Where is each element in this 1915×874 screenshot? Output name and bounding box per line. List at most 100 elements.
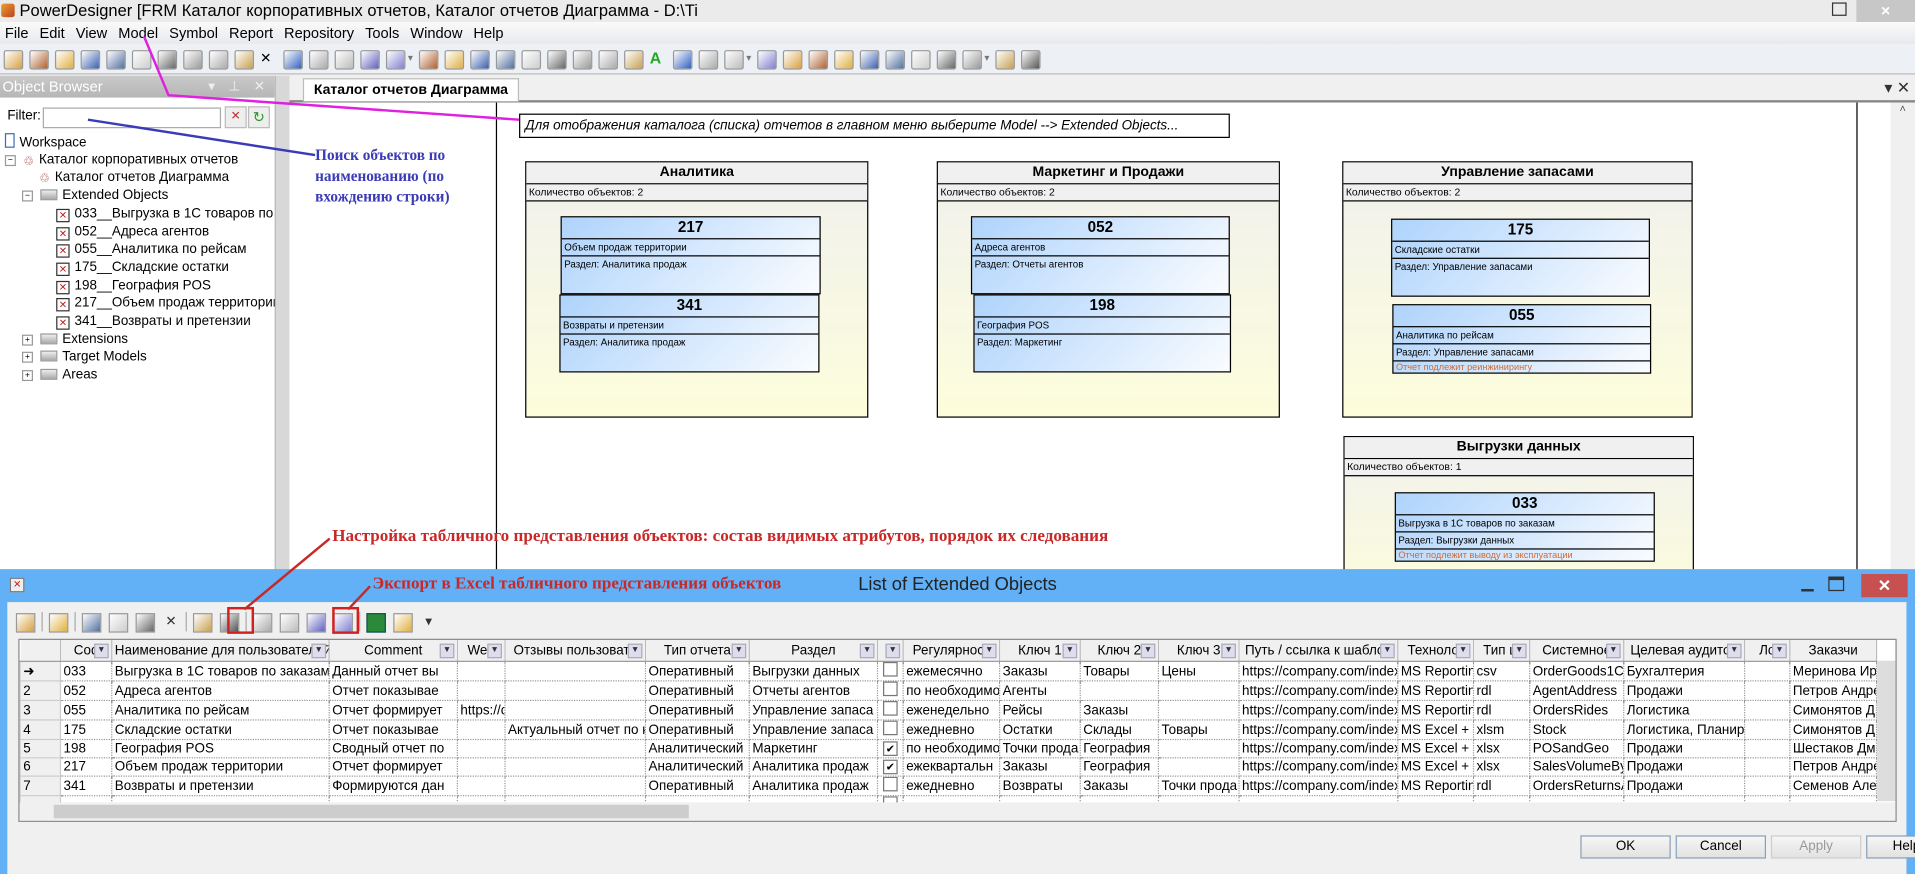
column-header[interactable]: О▼: [877, 639, 904, 662]
unchecked-checkbox[interactable]: [882, 681, 898, 697]
table-cell[interactable]: https://c: [457, 700, 506, 721]
cancel-button[interactable]: Cancel: [1675, 835, 1766, 859]
table-cell[interactable]: Отчет показывае: [329, 680, 458, 702]
object-symbol[interactable]: 052 Адреса агентов Раздел: Отчеты агентов: [970, 216, 1230, 295]
table-cell[interactable]: Точки прода: [999, 739, 1081, 759]
table-cell[interactable]: Продажи: [1623, 739, 1746, 759]
group-symbol[interactable]: Аналитика Количество объектов: 2 217 Объем …: [525, 161, 869, 418]
table-cell[interactable]: Продажи: [1623, 757, 1746, 777]
table-cell[interactable]: [1080, 680, 1160, 702]
column-dropdown-icon[interactable]: ▼: [311, 643, 327, 659]
checkbox-cell[interactable]: [877, 719, 904, 741]
table-cell[interactable]: Петров Андре: [1789, 757, 1878, 777]
diagram-vertical-scrollbar[interactable]: ˄: [1890, 102, 1915, 575]
table-cell[interactable]: Складские остатки: [111, 719, 330, 741]
open-icon[interactable]: [54, 50, 75, 70]
repository-icon[interactable]: [385, 50, 406, 70]
preview-icon[interactable]: [995, 50, 1015, 70]
restore-button[interactable]: [1831, 2, 1847, 16]
row-header[interactable]: ➜: [19, 660, 62, 682]
table-cell[interactable]: Актуальный отчет по к: [505, 719, 647, 741]
column-dropdown-icon[interactable]: ▼: [1140, 643, 1156, 659]
new-diagram-icon[interactable]: [418, 50, 439, 70]
grid-horizontal-scrollbar[interactable]: [19, 802, 1896, 821]
delete-icon[interactable]: ✕: [260, 50, 277, 67]
table-cell[interactable]: Симонятов Д: [1789, 700, 1878, 721]
table-cell[interactable]: rdl: [1473, 776, 1531, 797]
table-cell[interactable]: Петров Андре: [1789, 680, 1878, 702]
collapse-icon[interactable]: −: [4, 154, 16, 166]
column-header[interactable]: Целевая аудитор ▼: [1623, 639, 1746, 662]
find-icon[interactable]: [192, 613, 213, 633]
table-cell[interactable]: [505, 757, 647, 777]
table-cell[interactable]: Выгрузка в 1С товаров по заказам: [111, 661, 330, 682]
scroll-thumb[interactable]: [53, 804, 689, 819]
table-cell[interactable]: 052: [60, 680, 113, 702]
diagram-note[interactable]: Для отображения каталога (списка) отчето…: [519, 113, 1230, 139]
object-symbol[interactable]: 198 География POS Раздел: Маркетинг: [973, 294, 1232, 373]
tree-item[interactable]: − Extended Objects: [21, 187, 168, 204]
find-icon[interactable]: [470, 50, 490, 70]
filter-icon[interactable]: [279, 613, 300, 633]
table-cell[interactable]: по необходимо: [903, 680, 1001, 702]
table-cell[interactable]: https://company.com/index.: [1239, 719, 1399, 741]
object-symbol[interactable]: 341 Возвраты и претензии Раздел: Аналитика…: [559, 294, 820, 373]
object-symbol[interactable]: 033 Выгрузка в 1С товаров по заказам Разде…: [1394, 492, 1655, 562]
column-dropdown-icon[interactable]: ▼: [94, 643, 109, 659]
group-symbol[interactable]: Маркетинг и Продажи Количество объектов: …: [936, 161, 1280, 418]
print-icon[interactable]: [393, 613, 413, 633]
column-header[interactable]: Ло ▼: [1744, 639, 1791, 662]
panel-controls[interactable]: ▾ ⊥ ✕: [208, 78, 270, 94]
table-cell[interactable]: Отчеты агентов: [749, 680, 879, 702]
table-cell[interactable]: [1158, 680, 1240, 702]
column-header[interactable]: Web ▼: [457, 639, 506, 662]
table-cell[interactable]: POSandGeo: [1529, 739, 1625, 759]
copy-icon[interactable]: [208, 50, 229, 70]
undo-icon[interactable]: [283, 50, 303, 70]
table-cell[interactable]: [1158, 739, 1240, 759]
table-cell[interactable]: Оперативный: [645, 700, 750, 721]
diagram-view-icon[interactable]: [757, 50, 777, 70]
dropdown-icon[interactable]: ▾: [420, 613, 437, 630]
grid-view-icon[interactable]: [962, 50, 982, 70]
table-cell[interactable]: Заказы: [1080, 776, 1160, 797]
table-cell[interactable]: OrdersRides: [1529, 700, 1625, 721]
unchecked-checkbox[interactable]: [882, 720, 898, 736]
object-symbol[interactable]: 055 Аналитика по рейсам Раздел: Управление…: [1392, 304, 1652, 374]
table-cell[interactable]: Маркетинг: [749, 739, 879, 759]
column-header[interactable]: Путь / ссылка к шаблон ▼: [1239, 639, 1399, 662]
table-cell[interactable]: Адреса агентов: [111, 680, 330, 702]
table-cell[interactable]: еженедельно: [903, 700, 1001, 721]
table-cell[interactable]: [457, 757, 506, 777]
table-row[interactable]: 5 198 География POS Сводный отчет по Аналити…: [19, 738, 1878, 759]
save-icon[interactable]: [80, 50, 101, 70]
print-2-icon[interactable]: [1021, 50, 1041, 70]
table-cell[interactable]: https://company.com/index.: [1239, 757, 1399, 777]
expand-icon[interactable]: +: [21, 352, 33, 364]
page-icon[interactable]: [808, 50, 829, 70]
open-project-icon[interactable]: [29, 50, 49, 70]
table-cell[interactable]: Выгрузки данных: [749, 661, 879, 682]
menu-help[interactable]: Help: [469, 22, 510, 43]
checkbox-cell[interactable]: ✔: [877, 739, 904, 759]
table-cell[interactable]: География: [1080, 739, 1160, 759]
brush-icon[interactable]: [598, 50, 618, 70]
object-symbol[interactable]: 217 Объем продаж территории Раздел: Аналит…: [560, 216, 821, 295]
tree-item[interactable]: + Areas: [21, 367, 97, 384]
checkbox-cell[interactable]: [877, 776, 904, 797]
table-cell[interactable]: AgentAddress: [1529, 680, 1625, 702]
column-dropdown-icon[interactable]: ▼: [1455, 643, 1471, 659]
table-cell[interactable]: rdl: [1473, 680, 1531, 702]
table-cell[interactable]: Цены: [1158, 661, 1240, 682]
shadow-icon[interactable]: [547, 50, 567, 70]
row-header[interactable]: 6: [19, 757, 62, 777]
table-cell[interactable]: MS Excel +: [1397, 719, 1475, 741]
back-icon[interactable]: [698, 50, 719, 70]
apply-button[interactable]: Apply: [1770, 835, 1862, 859]
column-header[interactable]: Технолог ▼: [1397, 639, 1475, 662]
clear-filter-icon[interactable]: ✕: [224, 106, 247, 129]
table-cell[interactable]: xlsm: [1473, 719, 1531, 741]
table-cell[interactable]: Товары: [1158, 719, 1240, 741]
table-cell[interactable]: [505, 700, 647, 721]
table-cell[interactable]: https://company.com/index.: [1239, 661, 1399, 682]
